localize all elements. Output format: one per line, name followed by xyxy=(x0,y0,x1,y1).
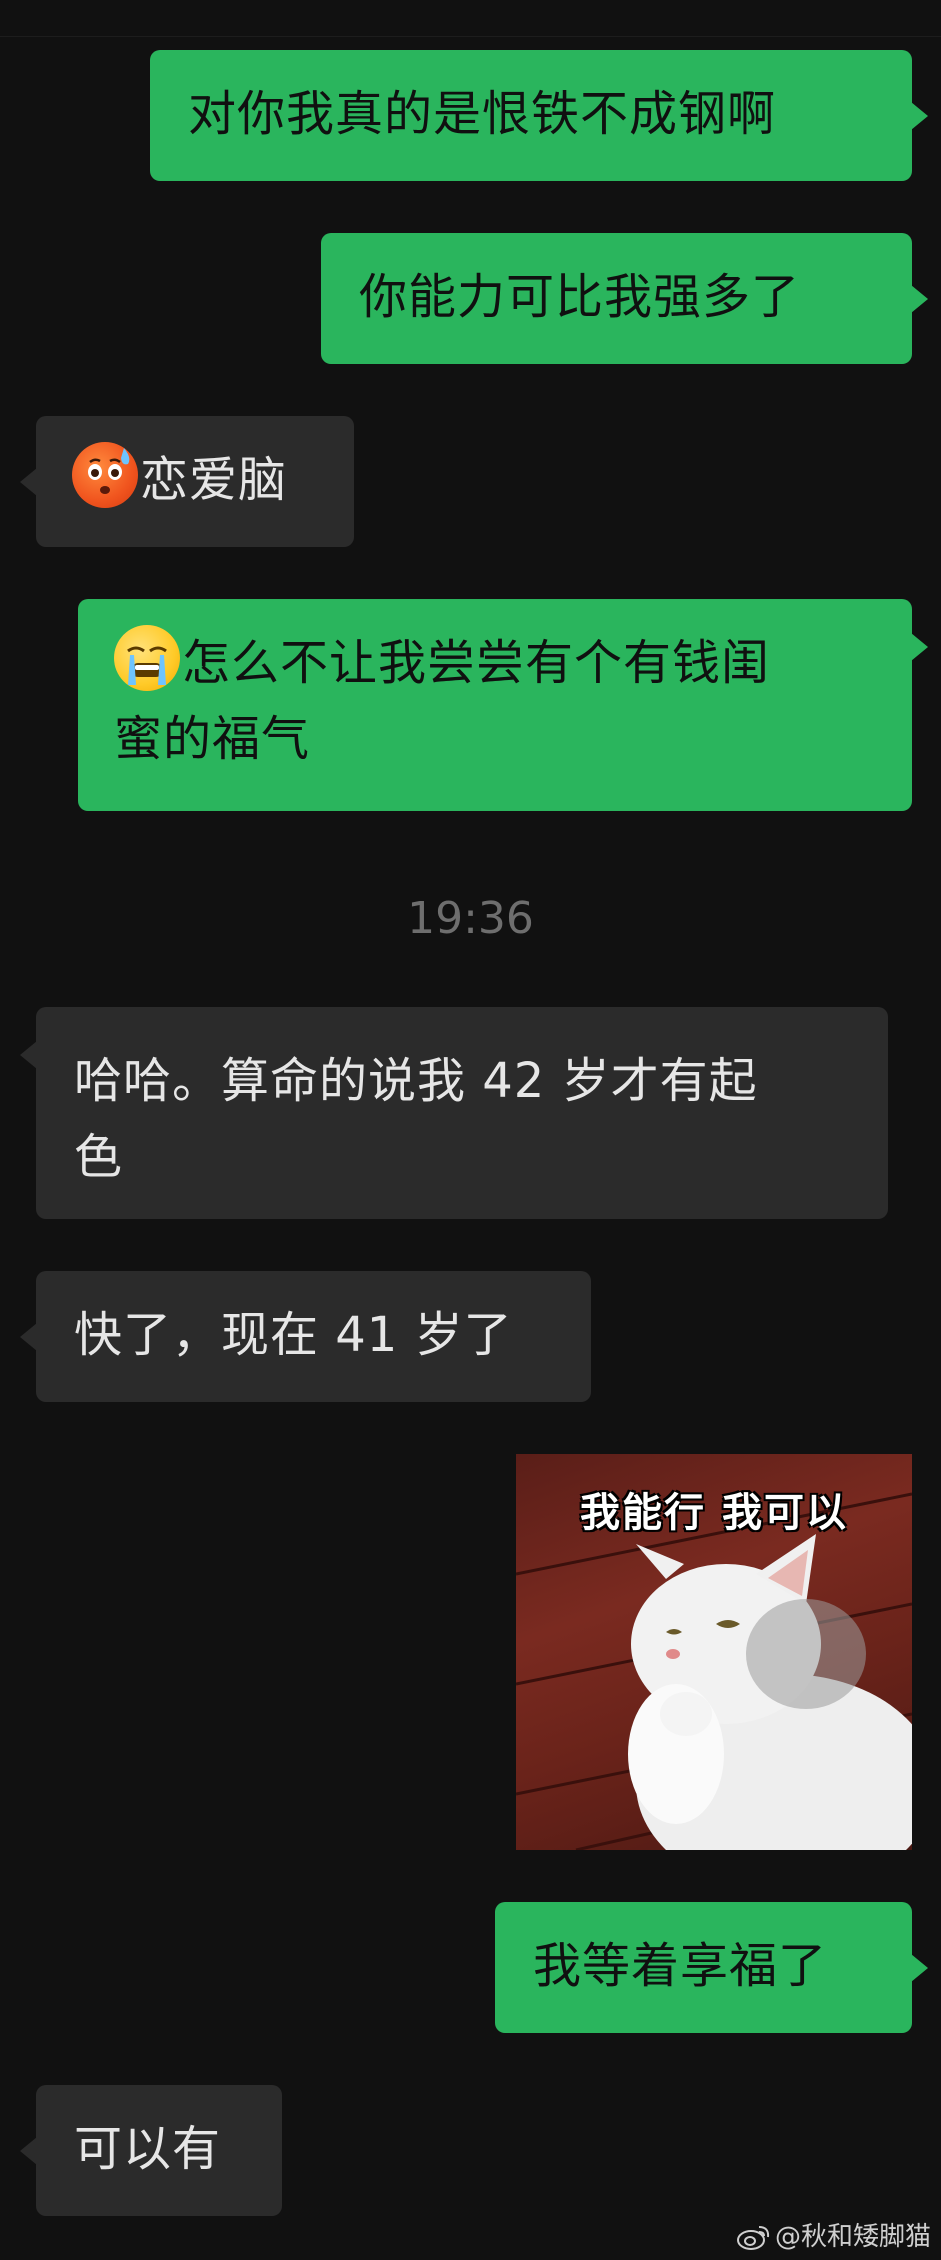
watermark-text: @秋和矮脚猫 xyxy=(774,2222,931,2252)
message-bubble-received[interactable]: 快了，现在 41 岁了 xyxy=(20,1271,591,1402)
message-timestamp: 19:36 xyxy=(407,893,534,944)
weibo-icon xyxy=(736,2223,771,2251)
message-text: 可以有 xyxy=(74,2121,222,2177)
message-bubble-received[interactable]: 可以有 xyxy=(20,2085,282,2216)
message-text: 我等着享福了 xyxy=(533,1938,828,1994)
message-bubble-received[interactable]: 哈哈。算命的说我 42 岁才有起 色 xyxy=(20,1007,888,1219)
message-bubble-sent[interactable]: 怎么不让我尝尝有个有钱闺 蜜的福气 xyxy=(78,599,928,811)
message-bubble-sent[interactable]: 你能力可比我强多了 xyxy=(321,233,928,364)
message-text-line: 色 xyxy=(74,1129,124,1185)
message-text-line: 怎么不让我尝尝有个有钱闺 xyxy=(182,635,771,691)
sticker-image[interactable]: 我能行 我可以 xyxy=(516,1454,912,1850)
message-text: 恋爱脑 xyxy=(140,452,288,508)
flushed-sweat-emoji-icon xyxy=(72,442,138,508)
message-bubble-sent[interactable]: 对你我真的是恨铁不成钢啊 xyxy=(150,50,928,181)
watermark: @秋和矮脚猫 xyxy=(736,2220,931,2254)
message-text: 对你我真的是恨铁不成钢啊 xyxy=(188,86,777,142)
crying-emoji-icon xyxy=(114,625,180,691)
message-bubble-sent[interactable]: 我等着享福了 xyxy=(495,1902,928,2033)
message-text-line: 哈哈。算命的说我 42 岁才有起 xyxy=(74,1053,758,1109)
message-bubble-received[interactable]: 恋爱脑 xyxy=(20,416,354,547)
sticker-caption: 我能行 我可以 xyxy=(580,1490,848,1536)
header-divider xyxy=(0,36,941,37)
message-text: 你能力可比我强多了 xyxy=(359,269,801,325)
message-text: 快了，现在 41 岁了 xyxy=(74,1307,513,1363)
message-text-line: 蜜的福气 xyxy=(114,711,311,767)
